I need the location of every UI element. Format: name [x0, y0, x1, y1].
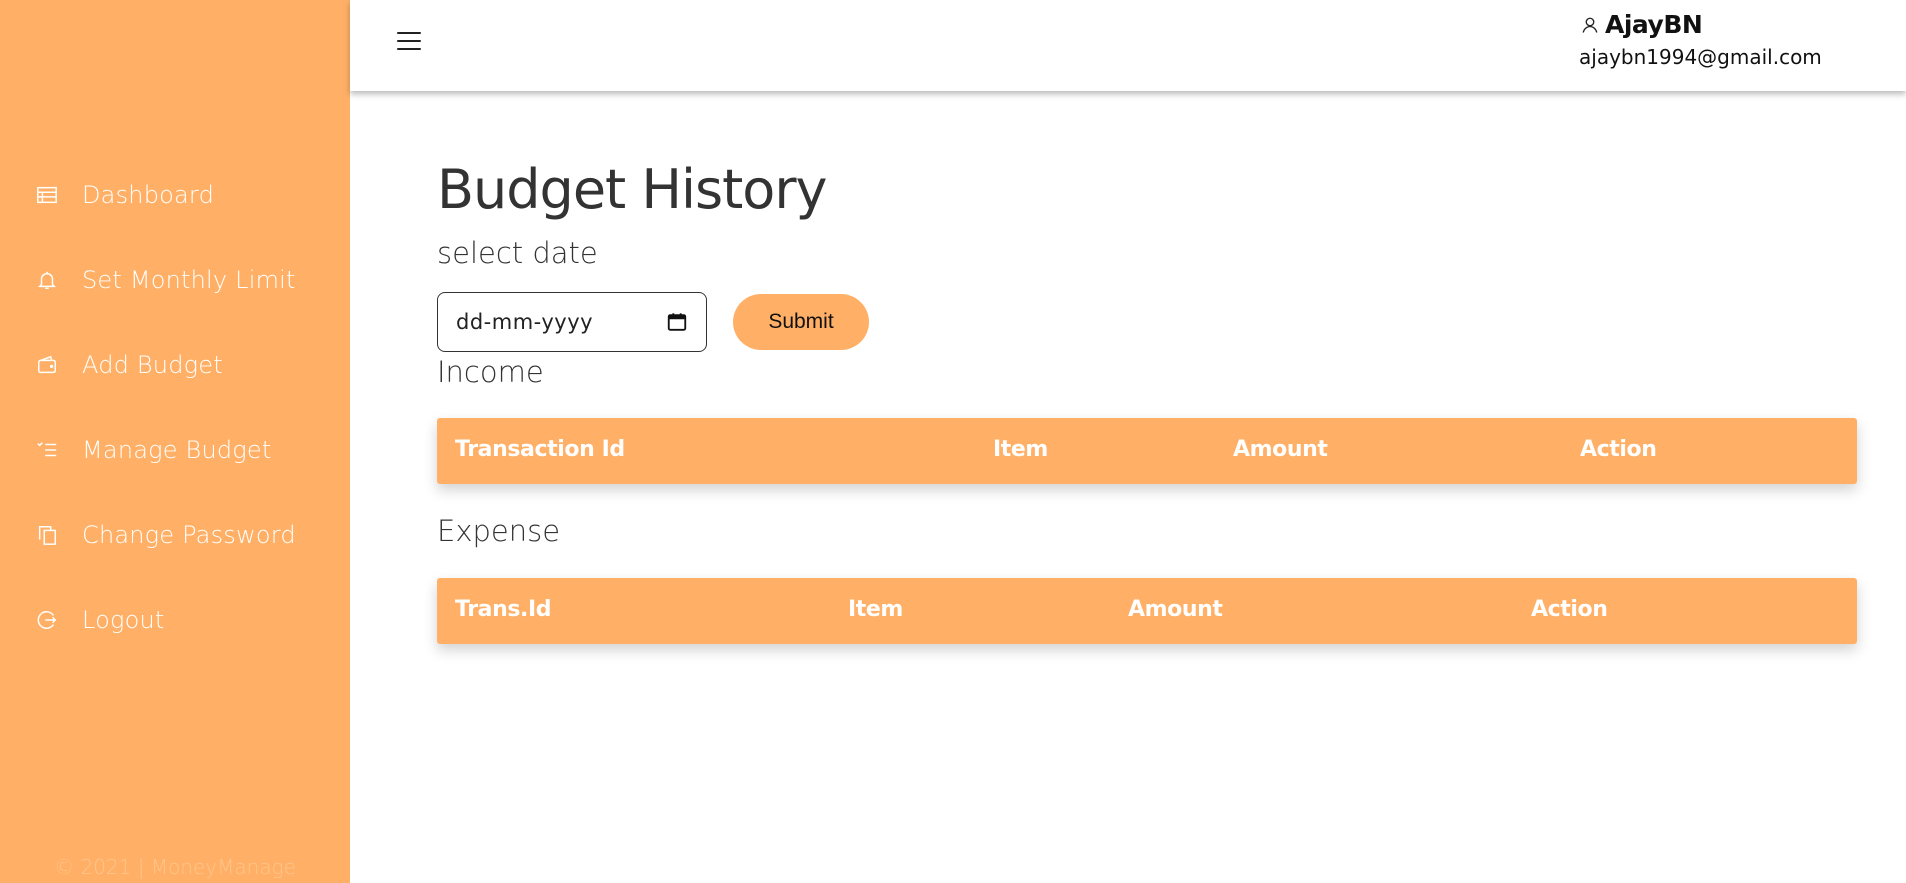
- expense-col-trans-id: Trans.Id: [455, 597, 552, 622]
- expense-col-item: Item: [848, 597, 903, 622]
- sidebar-item-label: Change Password: [82, 520, 296, 549]
- user-name-row: AjayBN: [1579, 10, 1822, 39]
- user-icon: [1582, 17, 1598, 33]
- submit-button[interactable]: Submit: [733, 294, 869, 350]
- sidebar-item-label: Logout: [82, 605, 165, 634]
- user-name: AjayBN: [1605, 10, 1703, 39]
- expense-section-label: Expense: [437, 514, 561, 548]
- date-input[interactable]: dd-mm-yyyy: [437, 292, 707, 352]
- checklist-icon: [34, 437, 60, 463]
- income-col-transaction-id: Transaction Id: [455, 437, 625, 462]
- bell-icon: [34, 267, 60, 293]
- wallet-icon: [34, 352, 60, 378]
- sidebar: Dashboard Set Monthly Limit Add Budget M…: [0, 0, 350, 883]
- income-col-action: Action: [1580, 437, 1657, 462]
- sidebar-item-set-monthly-limit[interactable]: Set Monthly Limit: [0, 237, 350, 322]
- top-bar: AjayBN ajaybn1994@gmail.com: [350, 0, 1906, 91]
- sidebar-item-dashboard[interactable]: Dashboard: [0, 152, 350, 237]
- sidebar-item-logout[interactable]: Logout: [0, 577, 350, 662]
- income-col-item: Item: [993, 437, 1048, 462]
- dashboard-icon: [34, 182, 60, 208]
- copy-icon: [34, 522, 60, 548]
- menu-toggle-icon[interactable]: [396, 29, 422, 53]
- sidebar-item-change-password[interactable]: Change Password: [0, 492, 350, 577]
- sidebar-item-label: Add Budget: [82, 350, 223, 379]
- expense-col-action: Action: [1531, 597, 1608, 622]
- user-email: ajaybn1994@gmail.com: [1579, 45, 1822, 69]
- user-info: AjayBN ajaybn1994@gmail.com: [1579, 10, 1822, 69]
- sidebar-item-label: Set Monthly Limit: [82, 265, 296, 294]
- sidebar-item-label: Dashboard: [82, 180, 215, 209]
- sidebar-item-manage-budget[interactable]: Manage Budget: [0, 407, 350, 492]
- sidebar-footer-copyright: © 2021 | MoneyManage: [54, 855, 296, 879]
- calendar-icon[interactable]: [666, 311, 688, 333]
- date-input-placeholder: dd-mm-yyyy: [456, 310, 594, 334]
- page-title: Budget History: [437, 158, 827, 221]
- sidebar-item-label: Manage Budget: [82, 435, 272, 464]
- income-section-label: Income: [437, 355, 544, 389]
- date-label: select date: [437, 236, 598, 270]
- logout-icon: [34, 607, 60, 633]
- income-table-header: Transaction Id Item Amount Action: [437, 418, 1857, 484]
- expense-col-amount: Amount: [1128, 597, 1223, 622]
- app-root: Dashboard Set Monthly Limit Add Budget M…: [0, 0, 1906, 883]
- sidebar-nav: Dashboard Set Monthly Limit Add Budget M…: [0, 152, 350, 662]
- sidebar-item-add-budget[interactable]: Add Budget: [0, 322, 350, 407]
- expense-table-header: Trans.Id Item Amount Action: [437, 578, 1857, 644]
- income-col-amount: Amount: [1233, 437, 1328, 462]
